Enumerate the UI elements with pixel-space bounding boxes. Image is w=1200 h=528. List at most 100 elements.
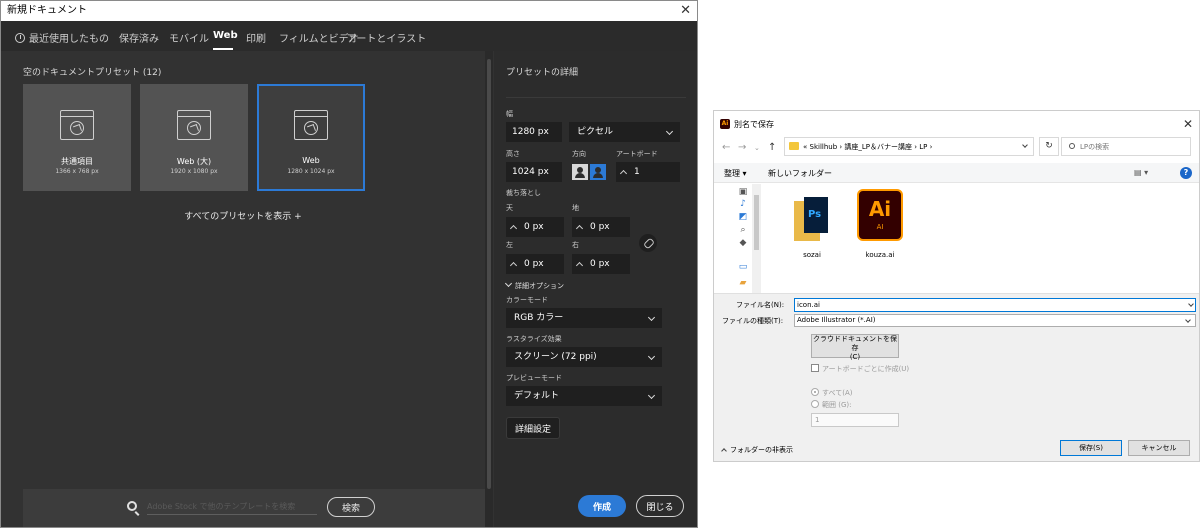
presets-header: 空のドキュメントプリセット (12) bbox=[23, 68, 162, 78]
filename-input[interactable] bbox=[794, 298, 1196, 312]
hide-folders-toggle[interactable]: フォルダーの非表示 bbox=[721, 445, 793, 455]
stepper-up-icon[interactable] bbox=[510, 260, 518, 268]
view-options-icon[interactable]: ▤ ▾ bbox=[1134, 168, 1148, 177]
save-cloud-document-button[interactable]: クラウドドキュメントを保存 (C) bbox=[811, 334, 899, 361]
organize-menu[interactable]: 整理 ▾ bbox=[724, 168, 747, 179]
chevron-down-icon bbox=[504, 279, 513, 288]
help-icon[interactable]: ? bbox=[1180, 167, 1192, 179]
preview-mode-dropdown[interactable]: デフォルト bbox=[506, 386, 662, 406]
stepper-up-icon[interactable] bbox=[620, 168, 628, 176]
bleed-bottom-label: 地 bbox=[572, 204, 579, 212]
chevron-down-icon bbox=[1185, 317, 1191, 323]
preset-size: 1366 x 768 px bbox=[55, 168, 99, 175]
tab-art-illustration[interactable]: アートとイラスト bbox=[347, 30, 426, 45]
folder-search-input[interactable] bbox=[1080, 141, 1180, 153]
network-icon[interactable]: ◆ bbox=[738, 238, 748, 248]
stepper-up-icon[interactable] bbox=[576, 260, 584, 268]
preset-name: Web (大) bbox=[176, 157, 212, 166]
forward-arrow-icon[interactable]: → bbox=[738, 142, 746, 153]
folder-icon bbox=[789, 142, 799, 150]
preview-mode-label: プレビューモード bbox=[506, 374, 562, 382]
presets-scroll-thumb[interactable] bbox=[487, 59, 491, 489]
address-bar[interactable]: « Skillhub › 講座_LP＆バナー講座 › LP › bbox=[784, 137, 1034, 156]
close-icon[interactable]: ✕ bbox=[1183, 117, 1193, 131]
range-radio[interactable] bbox=[811, 400, 819, 408]
portrait-orientation-button[interactable] bbox=[572, 164, 588, 180]
dialog-title: 別名で保存 bbox=[734, 120, 774, 129]
tab-recent[interactable]: 最近使用したもの bbox=[15, 30, 109, 45]
advanced-options-toggle[interactable]: 詳細オプション bbox=[504, 279, 564, 291]
chevron-down-icon bbox=[665, 127, 674, 136]
link-bleed-icon[interactable] bbox=[639, 234, 657, 252]
web-document-icon bbox=[60, 110, 94, 140]
pc-icon[interactable]: ▭ bbox=[738, 262, 748, 272]
web-document-icon bbox=[294, 110, 328, 140]
preset-card-web[interactable]: Web 1280 x 1024 px bbox=[257, 84, 365, 191]
file-name: sozai bbox=[803, 251, 821, 259]
illustrator-file-icon: Ai AI bbox=[857, 189, 903, 241]
height-field[interactable]: 1024 px bbox=[506, 162, 562, 182]
template-search-input[interactable] bbox=[147, 499, 317, 515]
orientation-label: 方向 bbox=[572, 150, 586, 158]
filetype-label: ファイルの種類(T): bbox=[722, 317, 784, 325]
preset-name: 共通項目 bbox=[61, 157, 93, 166]
range-label: 範囲 (G): bbox=[822, 401, 852, 409]
stepper-up-icon[interactable] bbox=[576, 223, 584, 231]
filetype-dropdown[interactable]: Adobe Illustrator (*.AI) bbox=[794, 314, 1196, 327]
refresh-button[interactable]: ↻ bbox=[1039, 137, 1059, 156]
raster-effects-dropdown[interactable]: スクリーン (72 ppi) bbox=[506, 347, 662, 367]
all-artboards-radio[interactable] bbox=[811, 388, 819, 396]
presets-panel: 空のドキュメントプリセット (12) 共通項目 1366 x 768 px We… bbox=[1, 51, 485, 527]
search-icon bbox=[1069, 143, 1075, 149]
create-button[interactable]: 作成 bbox=[578, 495, 626, 517]
search-location-icon[interactable]: ⌕ bbox=[738, 225, 748, 235]
show-all-presets-link[interactable]: すべてのプリセットを表示 + bbox=[1, 209, 485, 222]
search-button[interactable]: 検索 bbox=[327, 497, 375, 517]
new-document-titlebar: 新規ドキュメント ✕ bbox=[1, 1, 697, 21]
search-icon bbox=[127, 501, 137, 511]
file-name: kouza.ai bbox=[865, 251, 895, 259]
stepper-up-icon[interactable] bbox=[510, 223, 518, 231]
photoshop-folder-icon: Ps bbox=[794, 197, 828, 241]
bleed-left-label: 左 bbox=[506, 241, 513, 249]
folder-icon[interactable]: ▰ bbox=[738, 278, 748, 288]
category-tabs: 最近使用したもの 保存済み モバイル Web 印刷 フィルムとビデオ アートとイ… bbox=[1, 21, 697, 51]
up-arrow-icon[interactable]: ↑ bbox=[768, 142, 776, 153]
close-button[interactable]: 閉じる bbox=[636, 495, 684, 517]
tab-web[interactable]: Web bbox=[213, 30, 238, 41]
back-arrow-icon[interactable]: ← bbox=[722, 142, 730, 153]
bleed-top-label: 天 bbox=[506, 204, 513, 212]
new-folder-button[interactable]: 新しいフォルダー bbox=[768, 168, 832, 179]
range-input[interactable] bbox=[811, 413, 899, 427]
detail-settings-button[interactable]: 詳細設定 bbox=[506, 417, 560, 439]
height-label: 高さ bbox=[506, 150, 520, 158]
close-icon[interactable]: ✕ bbox=[680, 1, 691, 21]
preset-details-panel: プリセットの詳細 幅 1280 px ピクセル 高さ 方向 アートボード 102… bbox=[494, 51, 697, 527]
recent-locations-chevron-icon[interactable]: ⌄ bbox=[754, 144, 760, 152]
tab-saved[interactable]: 保存済み bbox=[119, 30, 159, 45]
dialog-toolbar: 整理 ▾ 新しいフォルダー ▤ ▾ ? bbox=[714, 163, 1199, 183]
music-icon[interactable]: ♪ bbox=[738, 199, 748, 209]
tree-scroll-thumb[interactable] bbox=[754, 195, 759, 250]
cancel-button[interactable]: キャンセル bbox=[1128, 440, 1190, 456]
chevron-down-icon[interactable] bbox=[1022, 142, 1028, 148]
tab-mobile[interactable]: モバイル bbox=[169, 30, 209, 45]
tab-print[interactable]: 印刷 bbox=[246, 30, 266, 45]
landscape-orientation-button[interactable] bbox=[590, 164, 606, 180]
per-artboard-checkbox[interactable] bbox=[811, 364, 819, 372]
breadcrumb: « Skillhub › 講座_LP＆バナー講座 › LP › bbox=[803, 143, 933, 151]
unit-dropdown[interactable]: ピクセル bbox=[569, 122, 680, 142]
bleed-right-label: 右 bbox=[572, 241, 579, 249]
clock-icon bbox=[15, 33, 25, 43]
preset-card-web-large[interactable]: Web (大) 1920 x 1080 px bbox=[140, 84, 248, 191]
preset-card-common[interactable]: 共通項目 1366 x 768 px bbox=[23, 84, 131, 191]
width-field[interactable]: 1280 px bbox=[506, 122, 562, 142]
details-title: プリセットの詳細 bbox=[506, 68, 579, 78]
illustrator-app-icon: Ai bbox=[720, 119, 730, 129]
filename-label: ファイル名(N): bbox=[736, 301, 785, 309]
color-mode-dropdown[interactable]: RGB カラー bbox=[506, 308, 662, 328]
pictures-icon[interactable]: ◩ bbox=[738, 212, 748, 222]
save-button[interactable]: 保存(S) bbox=[1060, 440, 1122, 456]
documents-icon[interactable]: ▣ bbox=[738, 187, 748, 197]
bleed-label: 裁ち落とし bbox=[506, 189, 541, 197]
